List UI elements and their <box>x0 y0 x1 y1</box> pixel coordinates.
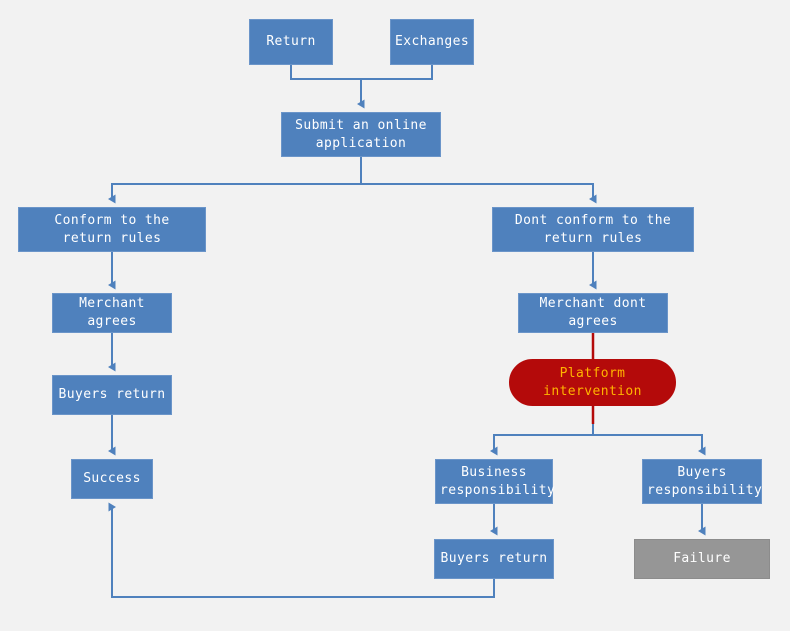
node-platform-intervention[interactable]: Platform intervention <box>509 359 676 406</box>
edge-submit-to-dont-conform <box>361 183 597 204</box>
node-success[interactable]: Success <box>71 459 153 499</box>
edge-exchanges-to-submit <box>357 65 433 109</box>
node-merchant-agrees-label: Merchant agrees <box>79 296 145 329</box>
node-buyers-return-left[interactable]: Buyers return <box>52 375 172 415</box>
node-merchant-dont-agrees-label: Merchant dont agrees <box>539 296 647 329</box>
node-dont-conform-to-return-rules-label: Dont conform to the return rules <box>514 212 672 246</box>
edge-platform-to-buyers-resp <box>593 434 706 456</box>
node-failure[interactable]: Failure <box>634 539 770 579</box>
node-return-label: Return <box>266 34 316 49</box>
node-return[interactable]: Return <box>249 19 333 65</box>
node-merchant-agrees[interactable]: Merchant agrees <box>52 293 172 333</box>
node-submit-application-label: Submit an online application <box>295 117 427 151</box>
edge-return-to-submit <box>290 65 432 80</box>
node-exchanges[interactable]: Exchanges <box>390 19 474 65</box>
node-conform-to-return-rules[interactable]: Conform to the return rules <box>18 207 206 252</box>
node-buyers-responsibility-label: Buyers responsibility <box>647 464 763 498</box>
node-submit-application[interactable]: Submit an online application <box>281 112 441 157</box>
node-dont-conform-to-return-rules[interactable]: Dont conform to the return rules <box>492 207 694 252</box>
edge-platform-to-business <box>490 434 593 456</box>
node-buyers-return-right[interactable]: Buyers return <box>434 539 554 579</box>
node-merchant-dont-agrees[interactable]: Merchant dont agrees <box>518 293 668 333</box>
node-conform-to-return-rules-label: Conform to the return rules <box>54 212 170 246</box>
node-buyers-return-right-label: Buyers return <box>440 551 548 566</box>
node-business-responsibility[interactable]: Business responsibility <box>435 459 556 504</box>
node-exchanges-label: Exchanges <box>395 34 470 49</box>
node-business-responsibility-label: Business responsibility <box>440 464 556 498</box>
flowchart-canvas: Return Exchanges Submit an online applic… <box>0 0 790 631</box>
node-failure-label: Failure <box>673 551 731 566</box>
node-success-label: Success <box>83 471 141 486</box>
node-platform-intervention-label: Platform intervention <box>543 365 642 399</box>
edge-submit-to-conform <box>108 183 361 204</box>
node-buyers-return-left-label: Buyers return <box>58 387 166 402</box>
node-buyers-responsibility[interactable]: Buyers responsibility <box>642 459 762 504</box>
